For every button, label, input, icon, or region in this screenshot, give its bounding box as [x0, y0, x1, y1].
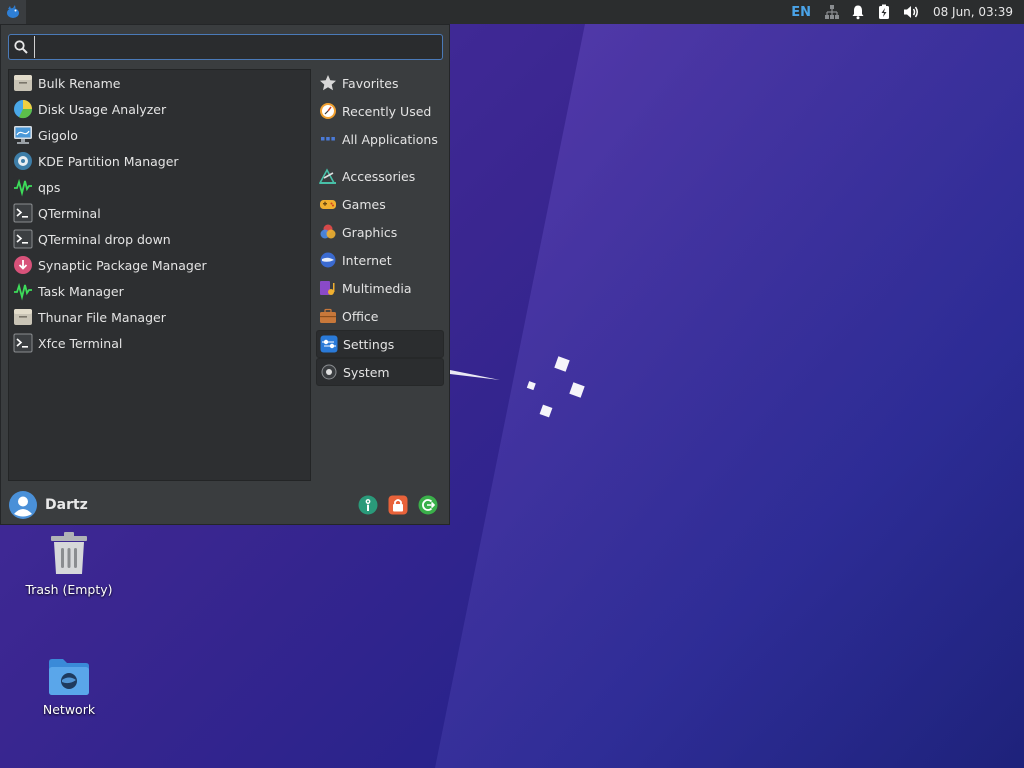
- app-item-thunar-file-manager[interactable]: Thunar File Manager: [9, 304, 310, 330]
- settings-manager-icon: [358, 495, 377, 515]
- footer-actions: [356, 494, 439, 517]
- app-label: QTerminal drop down: [38, 231, 171, 247]
- category-favorites[interactable]: Favorites: [316, 69, 444, 97]
- category-label: Accessories: [342, 168, 416, 184]
- app-item-synaptic-package-manager[interactable]: Synaptic Package Manager: [9, 252, 310, 278]
- disk-usage-icon: [13, 99, 33, 119]
- app-item-bulk-rename[interactable]: Bulk Rename: [9, 70, 310, 96]
- panel-tray: EN 08 Jun, 03:39: [783, 0, 1024, 24]
- category-settings[interactable]: Settings: [316, 330, 444, 358]
- category-internet[interactable]: Internet: [316, 246, 444, 274]
- desktop-icon-label: Network: [42, 702, 96, 717]
- category-games[interactable]: Games: [316, 190, 444, 218]
- user-name: Dartz: [45, 497, 88, 513]
- category-label: All Applications: [342, 131, 438, 147]
- whisker-menu: Bulk Rename Disk Usage Analyzer Gigolo K…: [0, 24, 450, 525]
- category-graphics[interactable]: Graphics: [316, 218, 444, 246]
- globe-icon: [319, 251, 337, 269]
- star-icon: [319, 74, 337, 92]
- gamepad-icon: [319, 195, 337, 213]
- category-label: Internet: [342, 252, 392, 268]
- app-label: Gigolo: [38, 127, 78, 143]
- category-multimedia[interactable]: Multimedia: [316, 274, 444, 302]
- user-avatar-icon[interactable]: [9, 491, 37, 519]
- lock-icon: [388, 495, 407, 515]
- category-label: Office: [342, 308, 379, 324]
- bulk-rename-icon: [13, 73, 33, 93]
- app-label: Disk Usage Analyzer: [38, 101, 167, 117]
- app-label: Synaptic Package Manager: [38, 257, 207, 273]
- settings-icon: [320, 335, 338, 353]
- lock-screen-button[interactable]: [386, 494, 409, 517]
- category-label: Recently Used: [342, 103, 432, 119]
- app-label: QTerminal: [38, 205, 101, 221]
- task-manager-icon: [13, 281, 33, 301]
- category-label: Settings: [343, 336, 395, 352]
- app-label: KDE Partition Manager: [38, 153, 179, 169]
- desktop-icon-network[interactable]: Network: [9, 656, 129, 717]
- category-label: Graphics: [342, 224, 398, 240]
- whisker-menu-button[interactable]: [0, 0, 26, 24]
- category-label: System: [343, 364, 390, 380]
- app-label: qps: [38, 179, 61, 195]
- category-label: Favorites: [342, 75, 399, 91]
- trash-icon: [51, 532, 87, 574]
- app-label: Xfce Terminal: [38, 335, 123, 351]
- xfce-mouse-icon: [7, 5, 19, 18]
- qps-icon: [13, 177, 33, 197]
- system-gear-icon: [320, 363, 338, 381]
- app-item-gigolo[interactable]: Gigolo: [9, 122, 310, 148]
- volume-icon[interactable]: [897, 0, 925, 24]
- application-list: Bulk Rename Disk Usage Analyzer Gigolo K…: [8, 69, 311, 481]
- keyboard-layout-indicator[interactable]: EN: [783, 0, 819, 24]
- network-icon[interactable]: [819, 0, 845, 24]
- accessories-icon: [319, 167, 337, 185]
- app-item-xfce-terminal[interactable]: Xfce Terminal: [9, 330, 310, 356]
- category-label: Games: [342, 196, 386, 212]
- app-item-disk-usage-analyzer[interactable]: Disk Usage Analyzer: [9, 96, 310, 122]
- log-out-icon: [418, 495, 437, 515]
- search-box[interactable]: [8, 34, 443, 60]
- category-recently-used[interactable]: Recently Used: [316, 97, 444, 125]
- battery-charging-icon[interactable]: [871, 0, 897, 24]
- multimedia-icon: [319, 279, 337, 297]
- search-icon: [14, 40, 28, 54]
- menu-footer: Dartz: [1, 485, 449, 525]
- category-separator: [316, 153, 444, 162]
- category-system[interactable]: System: [316, 358, 444, 386]
- log-out-button[interactable]: [416, 494, 439, 517]
- terminal-icon: [13, 333, 33, 353]
- app-item-kde-partition-manager[interactable]: KDE Partition Manager: [9, 148, 310, 174]
- file-manager-icon: [13, 307, 33, 327]
- app-label: Thunar File Manager: [38, 309, 166, 325]
- app-item-qterminal-drop-down[interactable]: QTerminal drop down: [9, 226, 310, 252]
- app-label: Task Manager: [38, 283, 124, 299]
- graphics-icon: [319, 223, 337, 241]
- category-office[interactable]: Office: [316, 302, 444, 330]
- grid-icon: [319, 130, 337, 148]
- category-all-applications[interactable]: All Applications: [316, 125, 444, 153]
- settings-manager-button[interactable]: [356, 494, 379, 517]
- category-accessories[interactable]: Accessories: [316, 162, 444, 190]
- clock-icon: [319, 102, 337, 120]
- app-label: Bulk Rename: [38, 75, 121, 91]
- gigolo-icon: [13, 125, 33, 145]
- app-item-task-manager[interactable]: Task Manager: [9, 278, 310, 304]
- network-folder-icon: [49, 659, 89, 695]
- desktop-icon-label: Trash (Empty): [25, 582, 113, 597]
- notifications-bell-icon[interactable]: [845, 0, 871, 24]
- app-item-qps[interactable]: qps: [9, 174, 310, 200]
- briefcase-icon: [319, 307, 337, 325]
- top-panel: EN 08 Jun, 03:39: [0, 0, 1024, 24]
- category-label: Multimedia: [342, 280, 412, 296]
- partition-manager-icon: [13, 151, 33, 171]
- synaptic-icon: [13, 255, 33, 275]
- terminal-icon: [13, 229, 33, 249]
- search-input[interactable]: [34, 36, 442, 58]
- panel-clock[interactable]: 08 Jun, 03:39: [925, 0, 1018, 24]
- app-item-qterminal[interactable]: QTerminal: [9, 200, 310, 226]
- category-list: Favorites Recently Used All Applications…: [316, 69, 444, 386]
- terminal-icon: [13, 203, 33, 223]
- desktop-icon-trash[interactable]: Trash (Empty): [9, 530, 129, 597]
